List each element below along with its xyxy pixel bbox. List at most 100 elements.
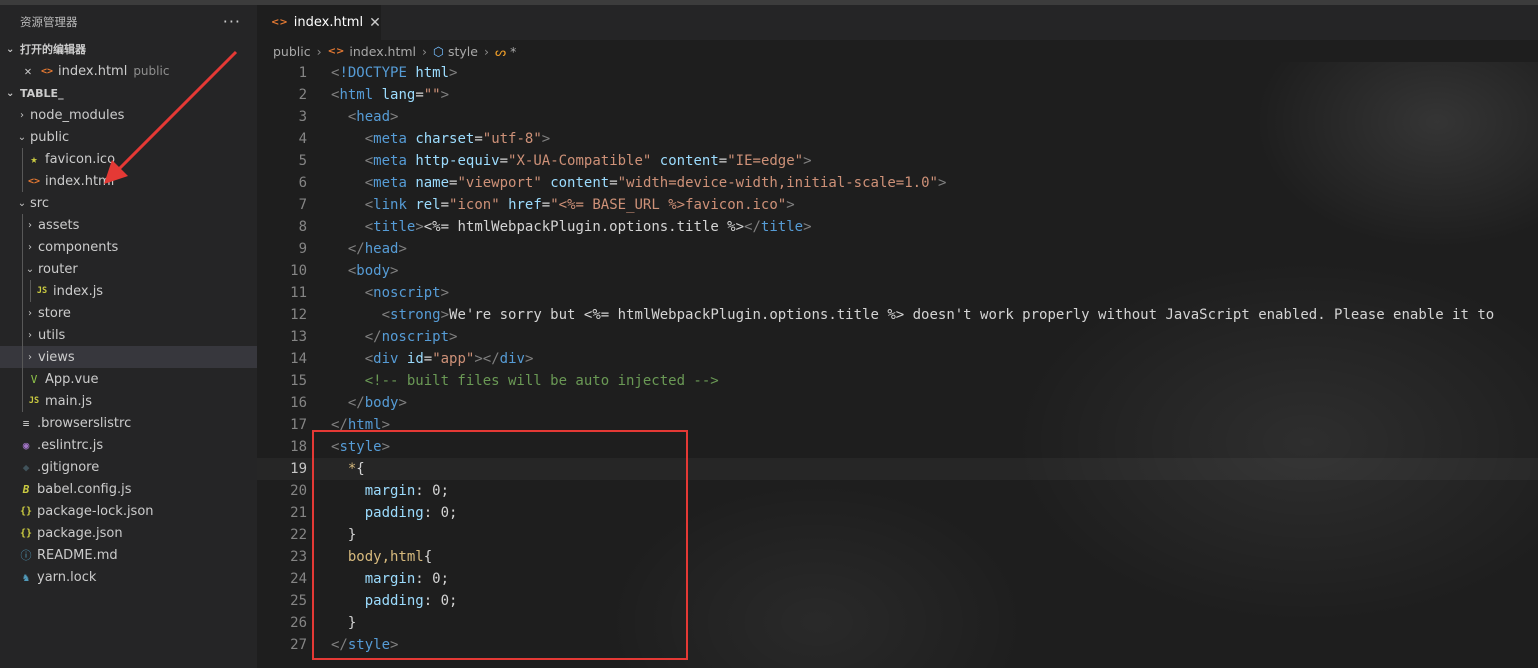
code-line[interactable]: 26 } [257, 612, 1538, 634]
code-line[interactable]: 9 </head> [257, 238, 1538, 260]
code-line[interactable]: 25 padding: 0; [257, 590, 1538, 612]
indent-guide [30, 280, 31, 302]
tree-item[interactable]: ≡ .browserslistrc [0, 412, 257, 434]
tree-item[interactable]: › assets [0, 214, 257, 236]
code-line[interactable]: 13 </noscript> [257, 326, 1538, 348]
breadcrumb-selector[interactable]: * [510, 44, 516, 59]
explorer-sidebar: 资源管理器 ··· ⌄ 打开的编辑器 ✕ <> index.html publi… [0, 5, 257, 668]
git-file-icon: ◆ [22, 460, 30, 474]
chevron-down-icon: ⌄ [17, 197, 27, 209]
tree-item[interactable]: › views [0, 346, 257, 368]
tree-item[interactable]: › utils [0, 324, 257, 346]
config-file-icon: ≡ [22, 416, 30, 430]
breadcrumb-file[interactable]: index.html [349, 44, 416, 59]
tree-item-label: main.js [45, 393, 92, 409]
js-file-icon: JS [36, 286, 48, 296]
line-source: </html> [331, 417, 391, 433]
tree-item[interactable]: JS main.js [0, 390, 257, 412]
line-number: 5 [298, 153, 307, 169]
code-line[interactable]: 6 <meta name="viewport" content="width=d… [257, 172, 1538, 194]
open-editors-section[interactable]: ⌄ 打开的编辑器 [0, 38, 257, 60]
tree-item-label: node_modules [30, 107, 125, 123]
line-number: 8 [298, 219, 307, 235]
code-line[interactable]: 23 body,html{ [257, 546, 1538, 568]
code-line[interactable]: 27 </style> [257, 634, 1538, 656]
chevron-down-icon: ⌄ [6, 87, 15, 99]
tab-index-html[interactable]: <> index.html ✕ [257, 5, 381, 40]
tree-item[interactable]: ⌄ public [0, 126, 257, 148]
tree-item[interactable]: › components [0, 236, 257, 258]
more-actions-icon[interactable]: ··· [223, 13, 241, 30]
babel-file-icon: B [22, 482, 30, 496]
chevron-right-icon: › [28, 351, 32, 363]
code-line[interactable]: 22 } [257, 524, 1538, 546]
close-icon[interactable]: ✕ [369, 15, 381, 31]
tree-item[interactable]: JS index.js [0, 280, 257, 302]
code-line[interactable]: 4 <meta charset="utf-8"> [257, 128, 1538, 150]
code-line[interactable]: 10 <body> [257, 260, 1538, 282]
chevron-down-icon: ⌄ [17, 131, 27, 143]
breadcrumb-folder[interactable]: public [273, 44, 311, 59]
code-line[interactable]: 20 margin: 0; [257, 480, 1538, 502]
code-line[interactable]: 3 <head> [257, 106, 1538, 128]
close-icon[interactable]: ✕ [20, 64, 36, 78]
favicon-file-icon: ★ [30, 152, 38, 166]
line-number: 6 [298, 175, 307, 191]
html-file-icon: <> [27, 175, 41, 187]
json-file-icon: {} [19, 505, 33, 517]
tree-item[interactable]: ★ favicon.ico [0, 148, 257, 170]
code-line[interactable]: 24 margin: 0; [257, 568, 1538, 590]
line-number: 19 [290, 461, 307, 477]
code-line[interactable]: 18 <style> [257, 436, 1538, 458]
project-label: TABLE_ [20, 86, 64, 100]
tree-item[interactable]: ⌄ router [0, 258, 257, 280]
breadcrumb-element[interactable]: style [448, 44, 478, 59]
tree-item-label: .gitignore [37, 459, 100, 475]
open-editors-label: 打开的编辑器 [20, 43, 86, 56]
code-line[interactable]: 12 <strong>We're sorry but <%= htmlWebpa… [257, 304, 1538, 326]
tree-item-label: index.html [45, 173, 115, 189]
tree-item-label: views [38, 349, 75, 365]
code-line[interactable]: 15 <!-- built files will be auto injecte… [257, 370, 1538, 392]
code-line[interactable]: 11 <noscript> [257, 282, 1538, 304]
code-line[interactable]: 21 padding: 0; [257, 502, 1538, 524]
code-line[interactable]: 2 <html lang=""> [257, 84, 1538, 106]
tree-item[interactable]: ◆ .gitignore [0, 456, 257, 478]
line-source: </body> [347, 395, 407, 411]
code-line[interactable]: 16 </body> [257, 392, 1538, 414]
element-symbol-icon: ⬡ [433, 43, 444, 59]
tree-item[interactable]: ⓘ README.md [0, 544, 257, 566]
line-source: <link rel="icon" href="<%= BASE_URL %>fa… [364, 197, 795, 213]
tree-item-label: yarn.lock [37, 569, 97, 585]
tree-item[interactable]: {} package.json [0, 522, 257, 544]
tab-bar: <> index.html ✕ [257, 5, 1538, 40]
vue-file-icon: V [30, 372, 38, 386]
tree-item-label: public [30, 129, 70, 145]
line-number: 13 [290, 329, 307, 345]
project-section[interactable]: ⌄ TABLE_ [0, 82, 257, 104]
tree-item[interactable]: › store [0, 302, 257, 324]
tree-item[interactable]: <> index.html [0, 170, 257, 192]
line-source: body,html{ [347, 549, 433, 565]
chevron-right-icon: › [28, 219, 32, 231]
tree-item[interactable]: › node_modules [0, 104, 257, 126]
tree-item[interactable]: {} package-lock.json [0, 500, 257, 522]
tree-item[interactable]: V App.vue [0, 368, 257, 390]
code-line[interactable]: 14 <div id="app"></div> [257, 348, 1538, 370]
code-line[interactable]: 7 <link rel="icon" href="<%= BASE_URL %>… [257, 194, 1538, 216]
tree-item[interactable]: Bbabel.config.js [0, 478, 257, 500]
code-line[interactable]: 19 *{ [257, 458, 1538, 480]
tree-item[interactable]: ⌄ src [0, 192, 257, 214]
code-line[interactable]: 17 </html> [257, 414, 1538, 436]
tree-item[interactable]: ♞ yarn.lock [0, 566, 257, 588]
code-editor[interactable]: 1 <!DOCTYPE html> 2 <html lang=""> 3 <head> 4… [257, 62, 1538, 668]
code-line[interactable]: 8 <title><%= htmlWebpackPlugin.options.t… [257, 216, 1538, 238]
tree-item[interactable]: ◉ .eslintrc.js [0, 434, 257, 456]
breadcrumb: public › <> index.html › ⬡ style › ᔕ * [257, 40, 1538, 62]
code-line[interactable]: 5 <meta http-equiv="X-UA-Compatible" con… [257, 150, 1538, 172]
code-line[interactable]: 1 <!DOCTYPE html> [257, 62, 1538, 84]
open-editor-item[interactable]: ✕ <> index.html public [0, 60, 257, 82]
line-source: margin: 0; [364, 571, 450, 587]
json-file-icon: {} [19, 527, 33, 539]
breadcrumb-separator-icon: › [316, 43, 322, 59]
